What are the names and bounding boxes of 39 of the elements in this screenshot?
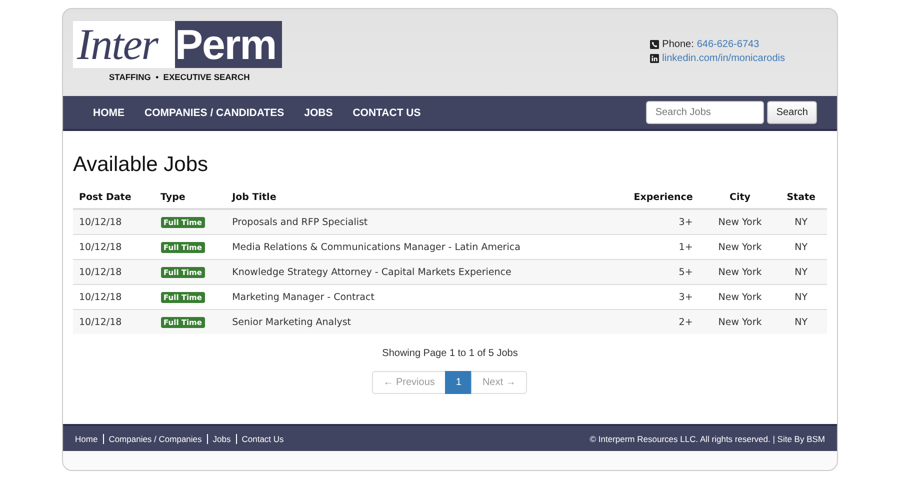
table-cell: New York (704, 260, 776, 284)
table-cell: 2+ (607, 310, 705, 334)
copyright-text: © Interperm Resources LLC. All rights reserved. | Site By BSM (590, 434, 825, 444)
nav-link[interactable]: CONTACT US (352, 106, 421, 118)
logo-text: Perm (175, 21, 282, 68)
phone-label: Phone: (662, 38, 694, 50)
job-title-link[interactable]: Marketing Manager - Contract (232, 292, 374, 302)
table-cell: NY (775, 310, 827, 334)
search-button[interactable]: Search (767, 101, 817, 124)
table-cell: 5+ (607, 260, 705, 284)
page-button[interactable]: 1 (444, 371, 472, 394)
search-field[interactable]: Search Jobs (646, 101, 764, 124)
linkedin-icon (650, 54, 660, 62)
table-cell: NY (775, 260, 827, 284)
table-cell: New York (704, 209, 776, 234)
table-cell: 10/12/18 (73, 260, 155, 284)
footer-link[interactable]: Companies / Companies (102, 434, 207, 444)
nav-link[interactable]: COMPANIES / CANDIDATES (144, 106, 284, 118)
table-cell: NY (775, 209, 827, 234)
phone-link[interactable]: 646-626-6743 (696, 38, 760, 50)
table-cell: 10/12/18 (73, 209, 155, 234)
results-summary: Showing Page 1 to 1 of 5 Jobs (381, 348, 519, 359)
footer-link[interactable]: Jobs (206, 434, 236, 444)
logo[interactable]: Inter Perm STAFFING • EXECUTIVE SEARCH (73, 21, 282, 96)
page-heading: Available Jobs (73, 153, 210, 177)
logo-text: Inter (73, 21, 175, 68)
table-cell: 3+ (607, 209, 705, 234)
footer-link[interactable]: Contact Us (236, 434, 289, 444)
table-cell: New York (704, 310, 776, 334)
nav-link[interactable]: JOBS (304, 106, 333, 118)
job-title-link[interactable]: Media Relations & Communications Manager - Latin America (232, 242, 520, 252)
linkedin-link[interactable]: linkedin.com/in/monicarodis (662, 52, 785, 64)
table-cell: 10/12/18 (73, 310, 155, 334)
job-title-link[interactable]: Senior Marketing Analyst (232, 316, 352, 328)
job-title-link[interactable]: Proposals and RFP Specialist (232, 216, 368, 228)
logo-tagline: STAFFING • EXECUTIVE SEARCH (109, 72, 250, 82)
phone-icon (650, 40, 660, 48)
footer-link[interactable]: Home (75, 434, 103, 444)
nav-link[interactable]: HOME (93, 106, 124, 118)
